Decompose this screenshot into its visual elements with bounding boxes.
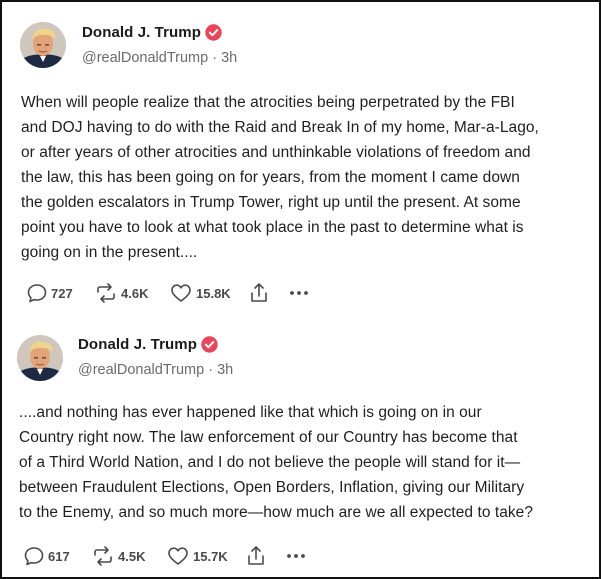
- verified-badge-icon: [205, 24, 222, 41]
- share-button[interactable]: [249, 282, 287, 304]
- post-line: point you have to look at what took plac…: [21, 219, 524, 236]
- repost-icon: [94, 282, 118, 304]
- more-icon: [284, 545, 308, 567]
- post-line: Country right now. The law enforcement o…: [19, 429, 518, 446]
- post-line: between Fraudulent Elections, Open Borde…: [19, 479, 525, 496]
- post-time[interactable]: 3h: [217, 362, 233, 378]
- post-line: When will people realize that the atroci…: [21, 94, 515, 111]
- reply-count: 617: [48, 548, 70, 564]
- more-button[interactable]: [284, 545, 314, 567]
- author-handle[interactable]: @realDonaldTrump: [78, 362, 204, 378]
- feed-frame: Donald J. Trump @realDonaldTrump · 3h Wh…: [0, 0, 601, 579]
- post-body: When will people realize that the atroci…: [21, 90, 591, 265]
- post-line: the law, this has been going on for year…: [21, 169, 520, 186]
- post-line: the golden escalators in Trump Tower, ri…: [21, 194, 521, 211]
- like-count: 15.8K: [196, 285, 231, 301]
- like-icon: [166, 545, 190, 567]
- author-row: Donald J. Trump: [82, 24, 222, 41]
- post-line: and DOJ having to do with the Raid and B…: [21, 119, 539, 136]
- handle-row: @realDonaldTrump · 3h: [78, 362, 233, 378]
- reply-count: 727: [51, 285, 73, 301]
- separator: ·: [212, 50, 222, 66]
- post-line: going on in the present....: [21, 244, 198, 261]
- avatar[interactable]: [17, 335, 63, 381]
- repost-count: 4.5K: [118, 548, 146, 564]
- like-button[interactable]: 15.8K: [169, 282, 249, 304]
- repost-button[interactable]: 4.5K: [91, 545, 166, 567]
- post-time[interactable]: 3h: [221, 50, 237, 66]
- verified-badge-icon: [201, 336, 218, 353]
- post-line: to the Enemy, and so much more—how much …: [19, 504, 534, 521]
- share-icon: [249, 282, 269, 304]
- repost-button[interactable]: 4.6K: [94, 282, 169, 304]
- author-row: Donald J. Trump: [78, 336, 218, 353]
- post-line: ....and nothing has ever happened like t…: [19, 404, 482, 421]
- reply-button[interactable]: 727: [26, 282, 94, 304]
- author-name[interactable]: Donald J. Trump: [82, 24, 201, 41]
- handle-row: @realDonaldTrump · 3h: [82, 50, 237, 66]
- post-line: of a Third World Nation, and I do not be…: [19, 454, 521, 471]
- repost-icon: [91, 545, 115, 567]
- like-button[interactable]: 15.7K: [166, 545, 246, 567]
- more-button[interactable]: [287, 282, 317, 304]
- more-icon: [287, 282, 311, 304]
- post-line: or after years of other atrocities and u…: [21, 144, 531, 161]
- share-button[interactable]: [246, 545, 284, 567]
- share-icon: [246, 545, 266, 567]
- separator: ·: [208, 362, 218, 378]
- avatar[interactable]: [20, 22, 66, 68]
- action-bar: 617 4.5K 15.7K: [23, 544, 314, 568]
- author-name[interactable]: Donald J. Trump: [78, 336, 197, 353]
- post-body: ....and nothing has ever happened like t…: [19, 400, 589, 525]
- reply-icon: [23, 545, 45, 567]
- author-handle[interactable]: @realDonaldTrump: [82, 50, 208, 66]
- action-bar: 727 4.6K 15.8K: [26, 281, 317, 305]
- like-icon: [169, 282, 193, 304]
- like-count: 15.7K: [193, 548, 228, 564]
- reply-icon: [26, 282, 48, 304]
- repost-count: 4.6K: [121, 285, 149, 301]
- reply-button[interactable]: 617: [23, 545, 91, 567]
